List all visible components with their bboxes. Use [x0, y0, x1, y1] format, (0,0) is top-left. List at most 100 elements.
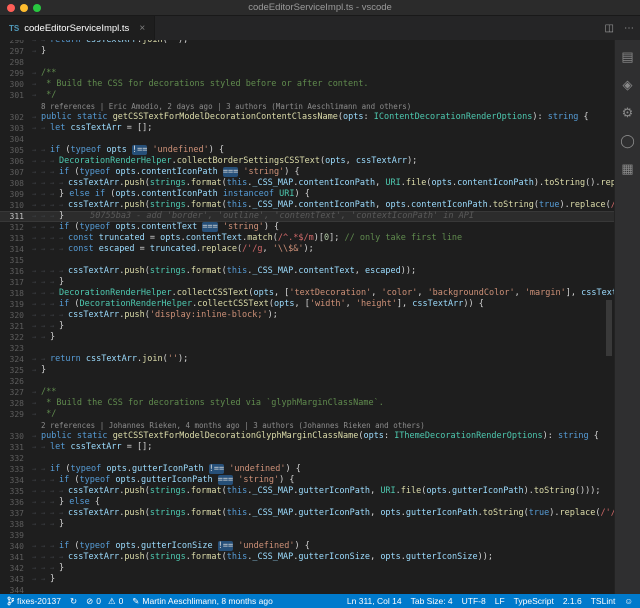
gitlens-icon[interactable]: ◈ [623, 78, 633, 91]
line-number[interactable]: 315 [0, 255, 24, 266]
code-row[interactable]: 299→/** [0, 68, 614, 79]
typescript-version-item[interactable]: 2.1.6 [563, 596, 582, 606]
cursor-position-item[interactable]: Ln 311, Col 14 [347, 596, 402, 606]
code-row[interactable]: 297→} [0, 46, 614, 57]
code-row[interactable]: 332 [0, 453, 614, 464]
code-row[interactable]: 337→→→→cssTextArr.push(strings.format(th… [0, 508, 614, 519]
line-number[interactable]: 312 [0, 222, 24, 233]
line-number[interactable]: 313 [0, 233, 24, 244]
sync-button[interactable]: ↻ [70, 596, 77, 607]
code-row[interactable]: 302→public static getCSSTextForModelDeco… [0, 112, 614, 123]
code-row[interactable]: 319→→→if (DecorationRenderHelper.collect… [0, 299, 614, 310]
line-number[interactable] [0, 420, 24, 431]
line-number[interactable]: 326 [0, 376, 24, 387]
line-number[interactable]: 343 [0, 574, 24, 585]
line-number[interactable]: 297 [0, 46, 24, 57]
code-row[interactable]: 300→ * Build the CSS for decorations sty… [0, 79, 614, 90]
line-number[interactable]: 341 [0, 552, 24, 563]
code-row[interactable]: 324→→return cssTextArr.join(''); [0, 354, 614, 365]
minimize-window-button[interactable] [20, 4, 28, 12]
code-row[interactable]: 341→→→→cssTextArr.push(strings.format(th… [0, 552, 614, 563]
extensions-icon[interactable]: ▦ [621, 162, 633, 175]
encoding-item[interactable]: UTF-8 [462, 596, 486, 606]
codelens-row[interactable]: 2 references | Johannes Rieken, 4 months… [0, 420, 614, 431]
line-number[interactable]: 298 [0, 57, 24, 68]
code-row[interactable]: 343→→} [0, 574, 614, 585]
line-number[interactable]: 332 [0, 453, 24, 464]
code-row[interactable]: 307→→→if (typeof opts.contentIconPath ==… [0, 167, 614, 178]
line-number[interactable]: 306 [0, 156, 24, 167]
line-number[interactable]: 311 [0, 211, 24, 222]
code-row[interactable]: 334→→→if (typeof opts.gutterIconPath ===… [0, 475, 614, 486]
code-row[interactable]: 339 [0, 530, 614, 541]
gitlens-blame-item[interactable]: ✎ Martin Aeschlimann, 8 months ago [132, 596, 273, 607]
line-number[interactable]: 331 [0, 442, 24, 453]
code-row[interactable]: 335→→→→cssTextArr.push(strings.format(th… [0, 486, 614, 497]
code-row[interactable]: 330→public static getCSSTextForModelDeco… [0, 431, 614, 442]
code-row[interactable]: 303→→let cssTextArr = []; [0, 123, 614, 134]
line-number[interactable]: 334 [0, 475, 24, 486]
code-row[interactable]: 316→→→→cssTextArr.push(strings.format(th… [0, 266, 614, 277]
scrollbar-thumb[interactable] [606, 300, 612, 356]
line-number[interactable]: 308 [0, 178, 24, 189]
code-row[interactable]: 309→→→} else if (opts.contentIconPath in… [0, 189, 614, 200]
line-number[interactable]: 303 [0, 123, 24, 134]
line-number[interactable]: 317 [0, 277, 24, 288]
close-window-button[interactable] [7, 4, 15, 12]
tab-codeeditorserviceimpl[interactable]: TS codeEditorServiceImpl.ts × [0, 16, 155, 40]
line-number[interactable]: 327 [0, 387, 24, 398]
zoom-window-button[interactable] [33, 4, 41, 12]
line-number[interactable]: 340 [0, 541, 24, 552]
split-editor-icon[interactable]: ◫ [605, 23, 614, 34]
code-row[interactable]: 313→→→→const truncated = opts.contentTex… [0, 233, 614, 244]
line-number[interactable]: 304 [0, 134, 24, 145]
code-row[interactable]: 320→→→→cssTextArr.push('display:inline-b… [0, 310, 614, 321]
git-branch-item[interactable]: fixes-20137 [7, 596, 61, 606]
line-number[interactable]: 323 [0, 343, 24, 354]
codelens-text[interactable]: 8 references | Eric Amodio, 2 days ago |… [24, 101, 614, 112]
debug-icon[interactable]: ◯ [620, 134, 635, 147]
code-row[interactable]: 310→→→→cssTextArr.push(strings.format(th… [0, 200, 614, 211]
code-editor[interactable]: 296→→return cssTextArr.join('');297→}298… [0, 40, 614, 594]
indentation-item[interactable]: Tab Size: 4 [411, 596, 453, 606]
code-row[interactable]: 305→→if (typeof opts !== 'undefined') { [0, 145, 614, 156]
code-row[interactable]: 322→→} [0, 332, 614, 343]
line-number[interactable]: 314 [0, 244, 24, 255]
language-mode-item[interactable]: TypeScript [514, 596, 554, 606]
line-number[interactable]: 336 [0, 497, 24, 508]
eol-item[interactable]: LF [495, 596, 505, 606]
code-row[interactable]: 317→→→} [0, 277, 614, 288]
line-number[interactable]: 330 [0, 431, 24, 442]
line-number[interactable]: 333 [0, 464, 24, 475]
line-number[interactable]: 302 [0, 112, 24, 123]
code-row[interactable]: 315 [0, 255, 614, 266]
line-number[interactable]: 319 [0, 299, 24, 310]
code-row[interactable]: 301→ */ [0, 90, 614, 101]
code-row[interactable]: 323 [0, 343, 614, 354]
code-row[interactable]: 321→→→} [0, 321, 614, 332]
line-number[interactable]: 337 [0, 508, 24, 519]
line-number[interactable]: 325 [0, 365, 24, 376]
code-row[interactable]: 333→→if (typeof opts.gutterIconPath !== … [0, 464, 614, 475]
line-number[interactable]: 300 [0, 79, 24, 90]
line-number[interactable]: 329 [0, 409, 24, 420]
line-number[interactable]: 328 [0, 398, 24, 409]
line-number[interactable]: 321 [0, 321, 24, 332]
line-number[interactable]: 342 [0, 563, 24, 574]
code-row[interactable]: 338→→→} [0, 519, 614, 530]
line-number[interactable]: 344 [0, 585, 24, 594]
code-row[interactable]: 328→ * Build the CSS for decorations sty… [0, 398, 614, 409]
codelens-text[interactable]: 2 references | Johannes Rieken, 4 months… [24, 420, 614, 431]
editor-scrollbar[interactable] [604, 40, 614, 594]
line-number[interactable]: 309 [0, 189, 24, 200]
line-number[interactable]: 324 [0, 354, 24, 365]
line-number[interactable]: 307 [0, 167, 24, 178]
line-number[interactable]: 316 [0, 266, 24, 277]
code-row[interactable]: 336→→→} else { [0, 497, 614, 508]
code-row[interactable]: 314→→→→const escaped = truncated.replace… [0, 244, 614, 255]
code-row[interactable]: 329→ */ [0, 409, 614, 420]
code-row[interactable]: 325→} [0, 365, 614, 376]
line-number[interactable]: 335 [0, 486, 24, 497]
line-number[interactable]: 338 [0, 519, 24, 530]
tslint-item[interactable]: TSLint [591, 596, 616, 606]
